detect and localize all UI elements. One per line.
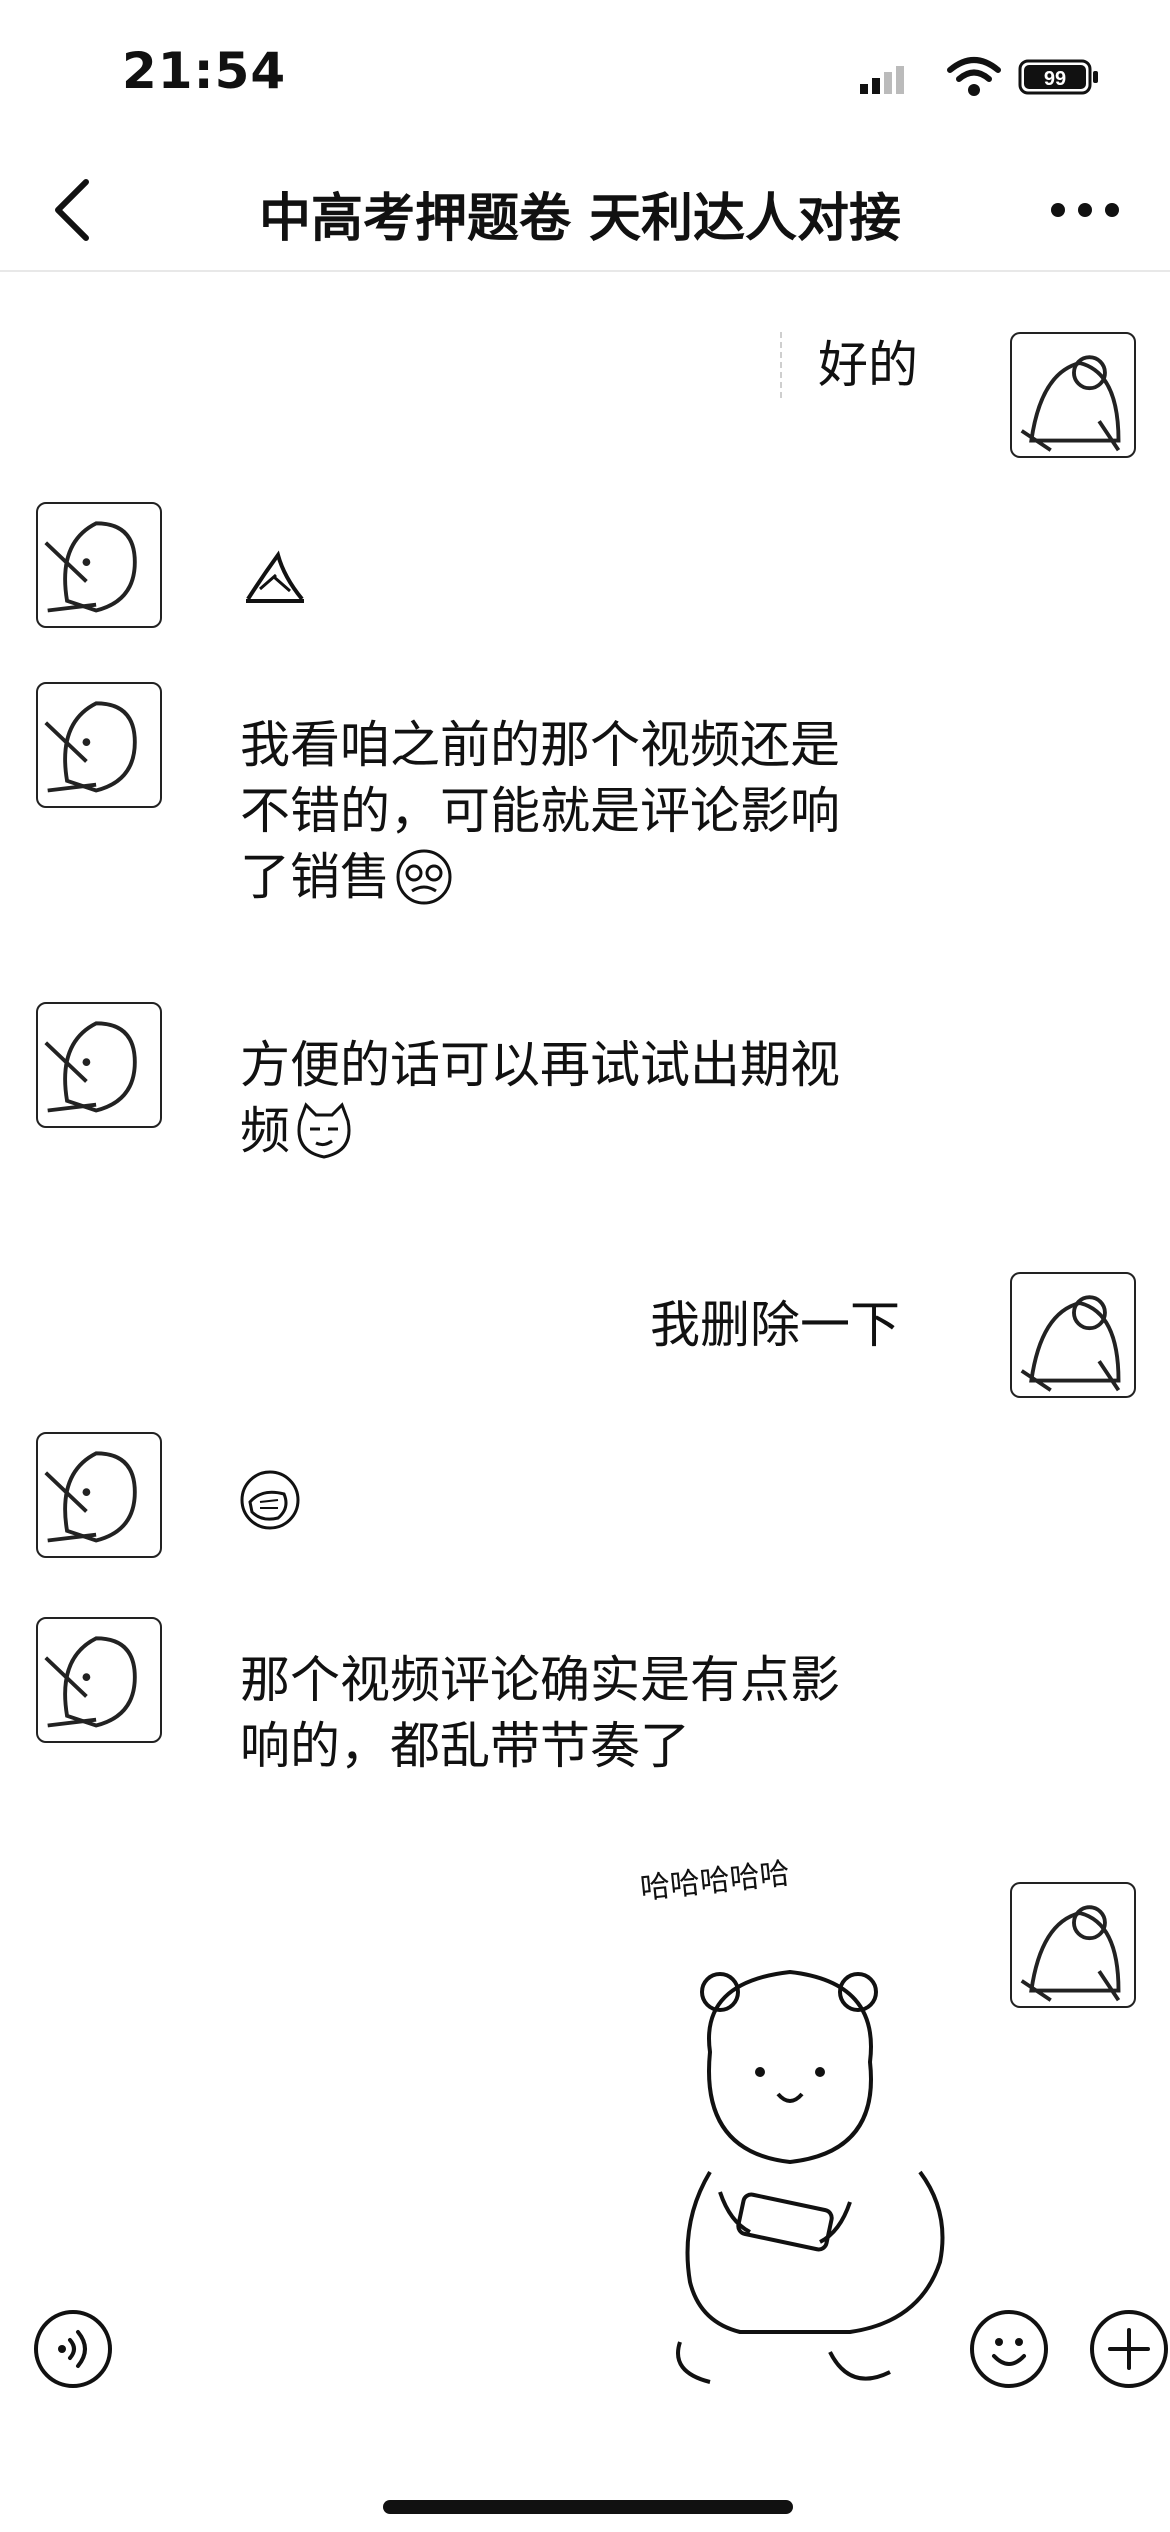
message-incoming: 我看咱之前的那个视频还是 不错的，可能就是评论影响 了销售: [0, 682, 1170, 962]
message-text-block: 我看咱之前的那个视频还是 不错的，可能就是评论影响 了销售: [240, 712, 840, 910]
message-line-with-emoji: 频: [240, 1098, 840, 1164]
avatar[interactable]: [1010, 1272, 1136, 1398]
avatar[interactable]: [36, 1432, 162, 1558]
message-incoming: 那个视频评论确实是有点影 响的，都乱带节奏了: [0, 1617, 1170, 1817]
avatar[interactable]: [36, 1617, 162, 1743]
message-text: 好的: [780, 332, 918, 398]
message-incoming: [0, 502, 1170, 672]
chevron-left-icon[interactable]: [40, 170, 110, 250]
sticker-caption: 哈哈哈哈哈: [638, 1856, 792, 1907]
battery-level: 99: [1044, 68, 1066, 90]
message-line: 那个视频评论确实是有点影: [240, 1651, 840, 1709]
avatar[interactable]: [1010, 332, 1136, 458]
worried-face-icon: [396, 849, 452, 905]
message-list[interactable]: 好的 我看咱之前的那个视频还是 不错的，可能就是评论影响 了销售 方便的话可以再…: [0, 272, 1170, 2384]
facepalm-emoji-icon: [240, 1470, 300, 1530]
message-text-block: 那个视频评论确实是有点影 响的，都乱带节奏了: [240, 1647, 840, 1779]
message-line: 我看咱之前的那个视频还是: [240, 716, 840, 774]
message-incoming: [0, 1432, 1170, 1592]
status-bar: 21:54 99: [0, 0, 1170, 150]
input-bar: [0, 2290, 1170, 2410]
message-line: 不错的，可能就是评论影响: [240, 782, 840, 840]
message-outgoing: 好的: [0, 272, 1170, 472]
chat-header: 中高考押题卷 天利达人对接: [0, 150, 1170, 272]
message-outgoing: 我删除一下: [0, 1252, 1170, 1432]
avatar[interactable]: [36, 1002, 162, 1128]
home-indicator[interactable]: [383, 2500, 793, 2514]
avatar[interactable]: [36, 502, 162, 628]
status-time: 21:54: [122, 42, 287, 100]
message-incoming: 方便的话可以再试试出期视 频: [0, 1002, 1170, 1222]
pray-emoji-icon: [246, 550, 304, 603]
plus-icon[interactable]: [1090, 2310, 1168, 2388]
emoji-icon[interactable]: [970, 2310, 1048, 2388]
message-line: 频: [240, 1102, 290, 1160]
chat-title: 中高考押题卷 天利达人对接: [258, 189, 902, 249]
signal-icon: [860, 66, 904, 94]
voice-icon[interactable]: [34, 2310, 112, 2388]
smirk-dog-icon: [297, 1102, 351, 1159]
battery-icon: 99: [1018, 59, 1098, 95]
more-icon[interactable]: [1040, 180, 1130, 240]
message-line: 响的，都乱带节奏了: [240, 1717, 690, 1775]
avatar[interactable]: [36, 682, 162, 808]
wifi-icon: [947, 57, 1001, 96]
message-text-block: 方便的话可以再试试出期视 频: [240, 1032, 840, 1164]
message-line: 方便的话可以再试试出期视: [240, 1036, 840, 1094]
avatar[interactable]: [1010, 1882, 1136, 2008]
message-line: 了销售: [240, 848, 390, 906]
message-text: 我删除一下: [650, 1296, 900, 1354]
message-line-with-emoji: 了销售: [240, 844, 840, 910]
